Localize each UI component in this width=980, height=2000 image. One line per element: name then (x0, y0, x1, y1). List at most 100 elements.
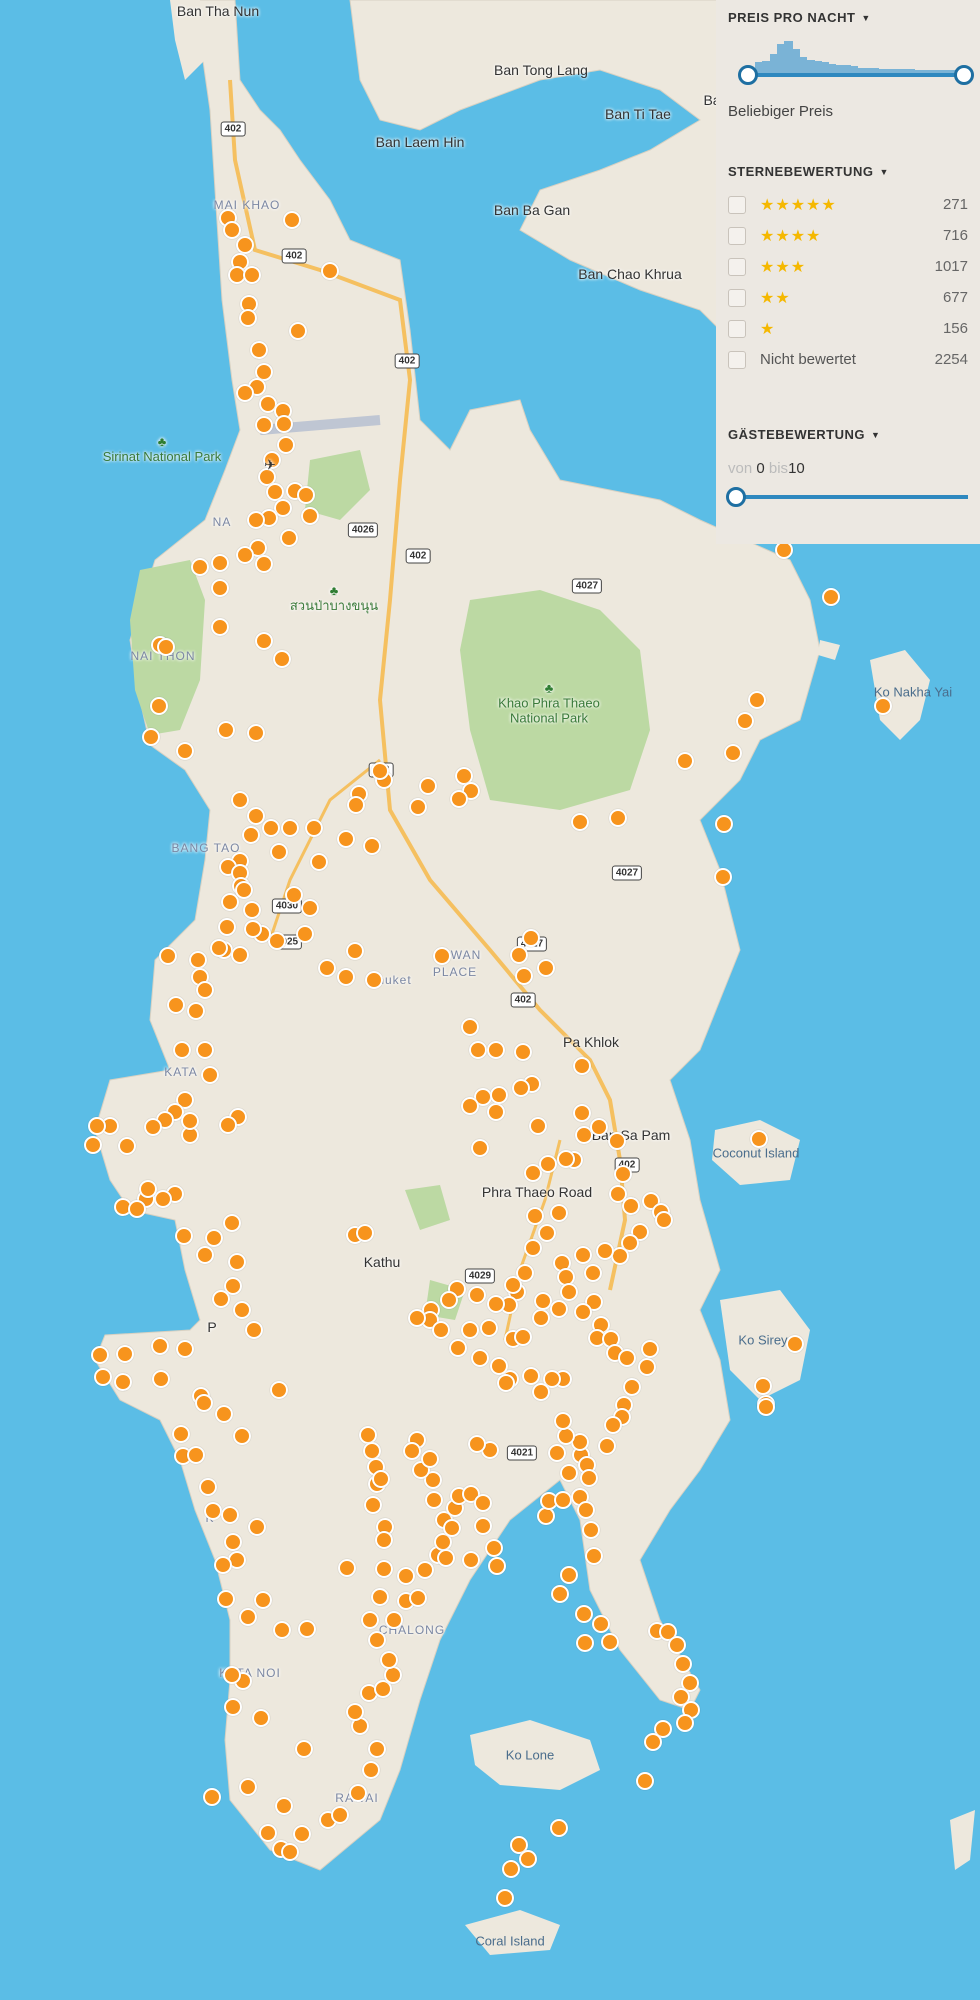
hotel-marker[interactable] (280, 529, 298, 547)
hotel-marker[interactable] (368, 1631, 386, 1649)
hotel-marker[interactable] (245, 1321, 263, 1339)
hotel-marker[interactable] (212, 1290, 230, 1308)
hotel-marker[interactable] (577, 1501, 595, 1519)
hotel-marker[interactable] (403, 1442, 421, 1460)
hotel-marker[interactable] (601, 1633, 619, 1651)
hotel-marker[interactable] (490, 1086, 508, 1104)
hotel-marker[interactable] (480, 1319, 498, 1337)
hotel-marker[interactable] (116, 1345, 134, 1363)
hotel-marker[interactable] (529, 1117, 547, 1135)
hotel-marker[interactable] (361, 1611, 379, 1629)
star-row-5[interactable]: ★★★★★ 271 (728, 189, 968, 220)
hotel-marker[interactable] (215, 1405, 233, 1423)
hotel-marker[interactable] (363, 837, 381, 855)
hotel-marker[interactable] (293, 1825, 311, 1843)
hotel-marker[interactable] (88, 1117, 106, 1135)
hotel-marker[interactable] (432, 1321, 450, 1339)
hotel-marker[interactable] (502, 1860, 520, 1878)
hotel-marker[interactable] (204, 1502, 222, 1520)
hotel-marker[interactable] (573, 1057, 591, 1075)
hotel-marker[interactable] (425, 1491, 443, 1509)
hotel-marker[interactable] (538, 1224, 556, 1242)
hotel-marker[interactable] (622, 1197, 640, 1215)
hotel-marker[interactable] (786, 1335, 804, 1353)
hotel-marker[interactable] (152, 1370, 170, 1388)
hotel-marker[interactable] (371, 762, 389, 780)
hotel-marker[interactable] (187, 1002, 205, 1020)
hotel-marker[interactable] (550, 1204, 568, 1222)
hotel-marker[interactable] (301, 899, 319, 917)
price-min-handle[interactable] (738, 65, 758, 85)
hotel-marker[interactable] (252, 1709, 270, 1727)
hotel-marker[interactable] (750, 1130, 768, 1148)
hotel-marker[interactable] (211, 618, 229, 636)
hotel-marker[interactable] (217, 721, 235, 739)
hotel-marker[interactable] (380, 1651, 398, 1669)
hotel-marker[interactable] (139, 1180, 157, 1198)
hotel-marker[interactable] (142, 728, 160, 746)
hotel-marker[interactable] (243, 901, 261, 919)
hotel-marker[interactable] (375, 1531, 393, 1549)
hotel-marker[interactable] (471, 1139, 489, 1157)
hotel-marker[interactable] (468, 1286, 486, 1304)
hotel-marker[interactable] (172, 1425, 190, 1443)
hotel-marker[interactable] (347, 796, 365, 814)
hotel-marker[interactable] (275, 1797, 293, 1815)
hotel-marker[interactable] (196, 1041, 214, 1059)
hotel-marker[interactable] (433, 947, 451, 965)
hotel-marker[interactable] (524, 1239, 542, 1257)
hotel-marker[interactable] (576, 1634, 594, 1652)
hotel-marker[interactable] (228, 1253, 246, 1271)
hotel-marker[interactable] (236, 384, 254, 402)
hotel-marker[interactable] (419, 777, 437, 795)
hotel-marker[interactable] (231, 791, 249, 809)
hotel-marker[interactable] (231, 946, 249, 964)
hotel-marker[interactable] (618, 1349, 636, 1367)
hotel-marker[interactable] (582, 1521, 600, 1539)
hotel-marker[interactable] (598, 1437, 616, 1455)
hotel-marker[interactable] (474, 1494, 492, 1512)
hotel-marker[interactable] (211, 554, 229, 572)
hotel-marker[interactable] (449, 1339, 467, 1357)
hotel-marker[interactable] (217, 1590, 235, 1608)
hotel-marker[interactable] (346, 942, 364, 960)
hotel-marker[interactable] (173, 1041, 191, 1059)
hotel-marker[interactable] (219, 1116, 237, 1134)
hotel-marker[interactable] (461, 1321, 479, 1339)
hotel-marker[interactable] (189, 951, 207, 969)
hotel-marker[interactable] (223, 221, 241, 239)
hotel-marker[interactable] (298, 1620, 316, 1638)
hotel-marker[interactable] (585, 1547, 603, 1565)
hotel-marker[interactable] (181, 1112, 199, 1130)
hotel-marker[interactable] (608, 1132, 626, 1150)
hotel-marker[interactable] (94, 1368, 112, 1386)
hotel-marker[interactable] (176, 742, 194, 760)
hotel-marker[interactable] (233, 1427, 251, 1445)
hotel-marker[interactable] (416, 1561, 434, 1579)
hotel-marker[interactable] (638, 1358, 656, 1376)
price-max-handle[interactable] (954, 65, 974, 85)
hotel-marker[interactable] (195, 1394, 213, 1412)
hotel-marker[interactable] (255, 555, 273, 573)
hotel-marker[interactable] (275, 415, 293, 433)
hotel-marker[interactable] (596, 1242, 614, 1260)
guest-slider-handle[interactable] (726, 487, 746, 507)
hotel-marker[interactable] (550, 1819, 568, 1837)
hotel-marker[interactable] (159, 947, 177, 965)
hotel-marker[interactable] (346, 1703, 364, 1721)
hotel-marker[interactable] (539, 1155, 557, 1173)
checkbox[interactable] (728, 319, 746, 338)
hotel-marker[interactable] (371, 1588, 389, 1606)
hotel-marker[interactable] (218, 918, 236, 936)
hotel-marker[interactable] (532, 1309, 550, 1327)
hotel-marker[interactable] (748, 691, 766, 709)
hotel-marker[interactable] (551, 1585, 569, 1603)
hotel-marker[interactable] (548, 1444, 566, 1462)
hotel-marker[interactable] (674, 1655, 692, 1673)
hotel-marker[interactable] (754, 1377, 772, 1395)
hotel-marker[interactable] (196, 981, 214, 999)
checkbox[interactable] (728, 226, 746, 245)
hotel-marker[interactable] (270, 843, 288, 861)
hotel-marker[interactable] (187, 1446, 205, 1464)
hotel-marker[interactable] (560, 1283, 578, 1301)
